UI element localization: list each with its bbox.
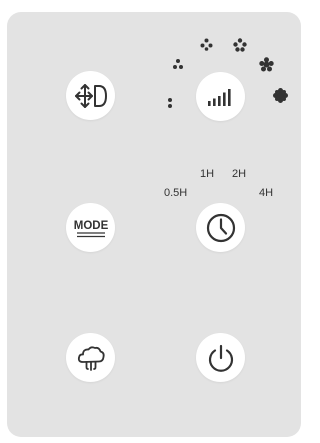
signal-bars-icon <box>207 88 231 106</box>
power-button[interactable] <box>196 333 245 382</box>
timer-label-1h: 1H <box>200 168 215 180</box>
mode-label: MODE <box>73 220 108 232</box>
speed-level-2-indicator <box>173 59 183 69</box>
power-icon <box>208 344 233 372</box>
timer-label-4h: 4H <box>259 187 274 199</box>
speed-level-3-indicator <box>200 38 213 51</box>
swing-button[interactable] <box>66 71 115 120</box>
timer-label-2h: 2H <box>232 168 247 180</box>
speed-button[interactable] <box>196 72 245 121</box>
mode-text-icon: MODE <box>73 220 108 237</box>
control-panel: 1H 2H 0.5H 4H MODE <box>7 12 301 437</box>
speed-level-5-indicator <box>259 57 274 72</box>
oscillation-arrows-icon <box>74 83 107 108</box>
clock-icon <box>206 213 235 242</box>
mode-button[interactable]: MODE <box>66 203 115 252</box>
speed-level-1-indicator <box>168 98 172 108</box>
steam-cloud-icon <box>77 345 105 371</box>
timer-button[interactable] <box>196 203 245 252</box>
speed-level-4-indicator <box>233 38 247 52</box>
steam-button[interactable] <box>66 333 115 382</box>
speed-level-6-indicator <box>273 88 288 103</box>
timer-label-0-5h: 0.5H <box>164 187 188 199</box>
